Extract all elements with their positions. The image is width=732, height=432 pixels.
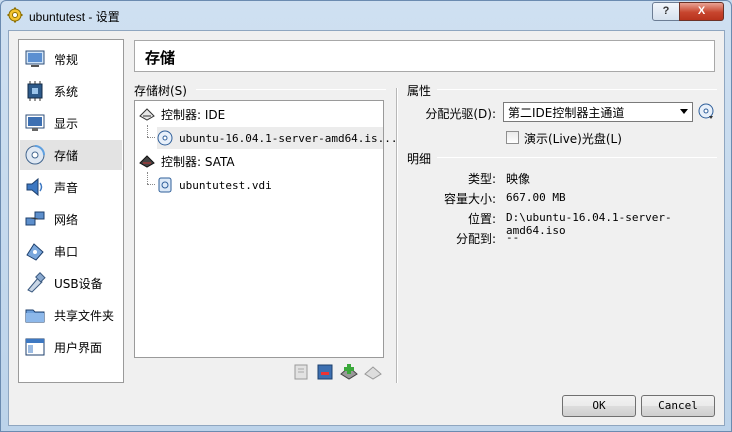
divider	[196, 89, 386, 90]
storage-tree-label: 存储树(S)	[134, 84, 187, 98]
settings-window: ubuntutest - 设置 ? X 常规 系统 显示 存储 声音 网络 串口…	[0, 0, 732, 432]
tree-item-label: ubuntu-16.04.1-server-amd64.is...	[179, 131, 398, 145]
user-interface-icon	[25, 338, 45, 356]
detail-value-attached-to: --	[506, 231, 520, 244]
hard-disk-icon	[158, 177, 172, 193]
page-header: 存储	[134, 40, 715, 72]
remove-attachment-icon[interactable]	[364, 363, 382, 381]
detail-key-location: 位置:	[467, 212, 496, 226]
detail-value-location: D:\ubuntu-16.04.1-server-amd64.iso	[506, 211, 672, 237]
sidebar-item-label: 存储	[54, 148, 79, 163]
tree-item-label: ubuntutest.vdi	[179, 178, 272, 192]
sidebar-item-display[interactable]: 显示	[20, 108, 122, 138]
tree-item-label: 控制器: IDE	[161, 107, 226, 122]
choose-disk-icon[interactable]	[697, 102, 715, 120]
tree-toolbar	[292, 363, 382, 383]
ide-controller-icon	[139, 108, 155, 121]
divider	[437, 157, 717, 158]
sidebar-item-usb[interactable]: USB设备	[20, 268, 122, 298]
help-button[interactable]: ?	[652, 2, 680, 21]
tree-item-label: 控制器: SATA	[161, 154, 235, 169]
sidebar-item-serial-port[interactable]: 串口	[20, 236, 122, 266]
optical-drive-value: 第二IDE控制器主通道	[508, 105, 625, 120]
tree-device-vdi[interactable]: ubuntutest.vdi	[157, 174, 272, 196]
live-cd-label[interactable]: 演示(Live)光盘(L)	[524, 130, 622, 147]
title-bar[interactable]: ubuntutest - 设置 ? X	[1, 1, 731, 31]
window-title: ubuntutest - 设置	[29, 10, 120, 24]
sidebar-item-label: 常规	[54, 52, 79, 67]
sidebar-item-user-interface[interactable]: 用户界面	[20, 332, 122, 362]
display-icon	[25, 114, 45, 131]
remove-controller-icon[interactable]	[316, 363, 334, 381]
attributes-label: 属性	[407, 84, 432, 98]
sidebar-item-label: 网络	[54, 212, 79, 227]
sidebar-item-label: 串口	[54, 244, 79, 259]
chevron-down-icon	[680, 109, 688, 114]
tree-controller-sata[interactable]: 控制器: SATA	[139, 150, 235, 172]
tree-connector	[147, 125, 148, 137]
general-icon	[25, 50, 45, 67]
details-label: 明细	[407, 152, 432, 166]
sidebar-item-label: 显示	[54, 116, 79, 131]
dialog-body: 常规 系统 显示 存储 声音 网络 串口 USB设备 共享文件夹 用户界面 存储…	[8, 30, 725, 426]
tree-connector	[147, 184, 155, 185]
add-attachment-icon[interactable]	[340, 363, 358, 381]
sidebar-item-label: 系统	[54, 84, 79, 99]
sidebar-item-system[interactable]: 系统	[20, 76, 122, 106]
detail-key-attached-to: 分配到:	[455, 232, 496, 246]
storage-tree[interactable]: 控制器: IDE ubuntu-16.04.1-server-amd64.is.…	[134, 100, 398, 358]
network-icon	[25, 211, 45, 226]
serial-port-icon	[26, 243, 44, 261]
sidebar-item-label: USB设备	[54, 276, 103, 291]
sidebar-item-audio[interactable]: 声音	[20, 172, 122, 202]
sidebar-item-label: 共享文件夹	[54, 308, 115, 323]
add-controller-icon[interactable]	[292, 363, 310, 381]
system-icon	[27, 81, 43, 101]
page-title: 存储	[145, 49, 176, 67]
live-cd-checkbox[interactable]	[506, 131, 519, 144]
drive-label: 分配光驱(D):	[425, 107, 496, 121]
settings-sidebar: 常规 系统 显示 存储 声音 网络 串口 USB设备 共享文件夹 用户界面	[18, 39, 124, 383]
sidebar-item-storage[interactable]: 存储	[20, 140, 122, 170]
usb-icon	[27, 272, 46, 293]
sidebar-item-label: 声音	[54, 180, 79, 195]
cancel-button[interactable]: Cancel	[641, 395, 715, 417]
detail-key-type: 类型:	[467, 172, 496, 186]
detail-value-size: 667.00 MB	[506, 191, 566, 204]
close-button[interactable]: X	[679, 2, 724, 21]
optical-drive-select[interactable]: 第二IDE控制器主通道	[503, 102, 693, 122]
sidebar-item-shared-folders[interactable]: 共享文件夹	[20, 300, 122, 330]
storage-icon	[25, 145, 45, 165]
tree-connector	[147, 172, 148, 184]
tree-controller-ide[interactable]: 控制器: IDE	[139, 103, 225, 125]
detail-key-size: 容量大小:	[443, 192, 496, 206]
audio-icon	[26, 177, 43, 197]
detail-value-type: 映像	[506, 172, 531, 186]
gear-icon	[7, 7, 23, 23]
tree-connector	[147, 137, 155, 138]
sidebar-item-label: 用户界面	[54, 340, 103, 355]
sidebar-item-general[interactable]: 常规	[20, 44, 122, 74]
optical-disc-icon	[157, 130, 173, 146]
tree-device-ubuntu-iso[interactable]: ubuntu-16.04.1-server-amd64.is...	[157, 127, 398, 149]
ok-button[interactable]: OK	[562, 395, 636, 417]
divider	[437, 89, 717, 90]
shared-folder-icon	[25, 309, 45, 323]
sata-controller-icon	[139, 155, 155, 168]
sidebar-item-network[interactable]: 网络	[20, 204, 122, 234]
